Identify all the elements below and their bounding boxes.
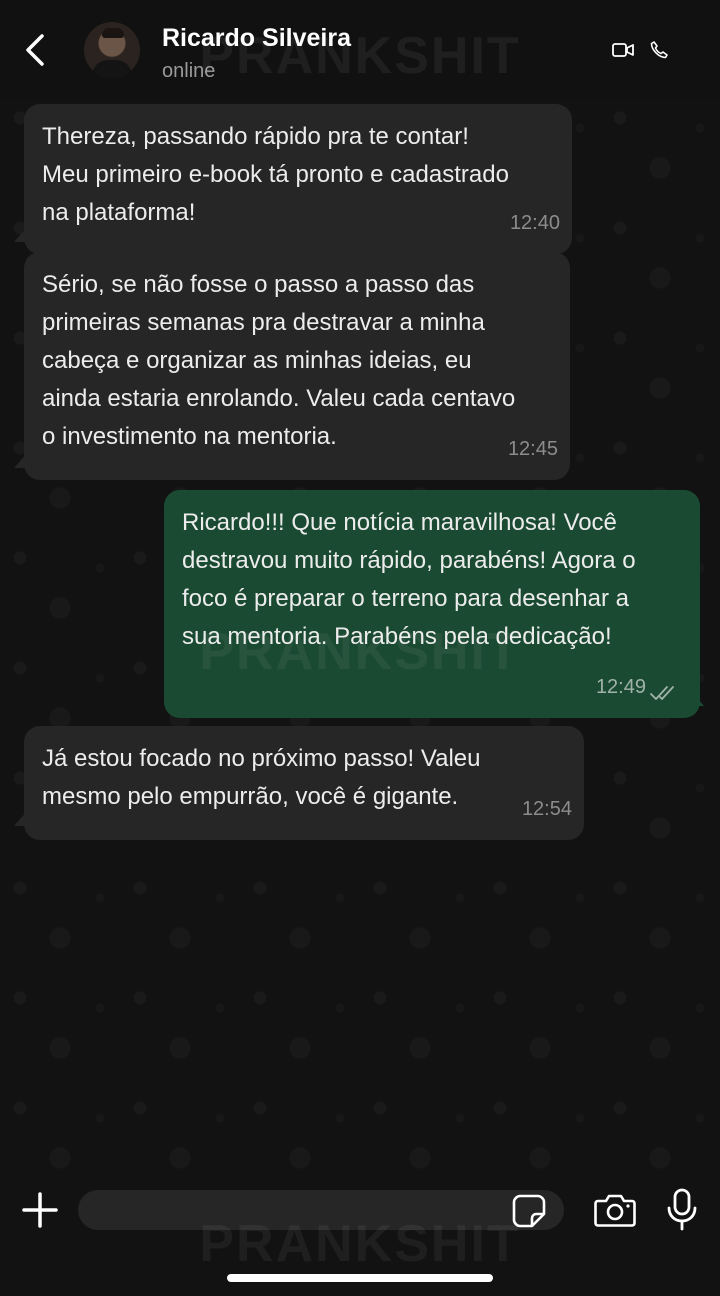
message-bubble-incoming[interactable]: Já estou focado no próximo passo! Valeu … [24, 726, 584, 840]
message-input[interactable] [78, 1190, 564, 1230]
plus-icon [22, 1192, 58, 1228]
message-bubble-incoming[interactable]: Sério, se não fosse o passo a passo das … [24, 252, 570, 480]
home-indicator[interactable] [227, 1274, 493, 1282]
camera-button[interactable] [594, 1192, 636, 1233]
sticker-icon [512, 1194, 546, 1228]
bubble-tail [14, 810, 28, 826]
voice-message-button[interactable] [666, 1188, 698, 1237]
sticker-button[interactable] [512, 1194, 546, 1233]
message-text: Já estou focado no próximo passo! Valeu … [42, 745, 481, 810]
bubble-tail [14, 452, 28, 468]
message-text: Sério, se não fosse o passo a passo das … [42, 271, 516, 450]
message-time: 12:49 [595, 676, 646, 698]
message-time: 12:45 [507, 438, 558, 460]
video-call-button[interactable] [612, 42, 634, 63]
message-composer: PRANKSHIT [0, 1178, 720, 1296]
attach-button[interactable] [20, 1190, 60, 1235]
bubble-tail [690, 690, 704, 706]
contact-name[interactable]: Ricardo Silveira [162, 24, 351, 53]
message-bubble-incoming[interactable]: Thereza, passando rápido pra te contar! … [24, 104, 572, 254]
contact-avatar[interactable] [84, 22, 140, 78]
microphone-icon [667, 1188, 697, 1231]
bubble-tail [14, 226, 28, 242]
message-text: Thereza, passando rápido pra te contar! … [42, 123, 509, 226]
chat-header: Ricardo Silveira online [0, 0, 720, 98]
back-arrow-icon [26, 34, 44, 66]
contact-status: online [162, 60, 216, 82]
back-button[interactable] [20, 30, 50, 70]
message-text: Ricardo!!! Que notícia maravilhosa! Você… [182, 509, 636, 650]
message-bubble-outgoing[interactable]: Ricardo!!! Que notícia maravilhosa! Você… [164, 490, 700, 718]
camera-icon [594, 1194, 636, 1227]
avatar-hair [102, 28, 124, 38]
phone-icon [650, 41, 668, 59]
video-call-icon [612, 43, 634, 57]
voice-call-button[interactable] [650, 41, 668, 64]
message-time: 12:54 [521, 798, 572, 820]
double-check-icon [650, 686, 674, 700]
message-time: 12:40 [509, 212, 560, 234]
avatar-body [92, 60, 132, 78]
